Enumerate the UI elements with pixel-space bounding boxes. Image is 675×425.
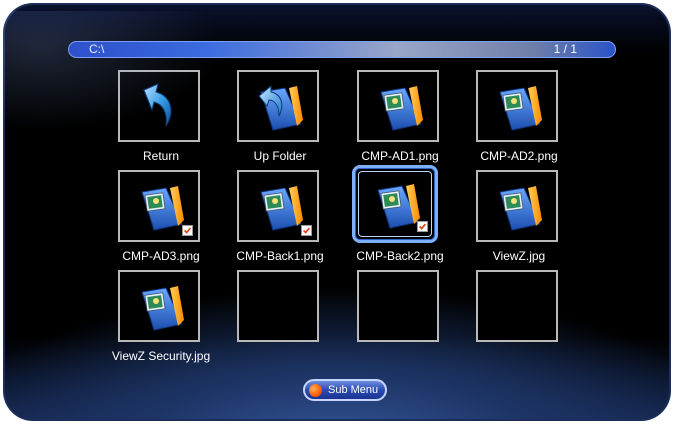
tile[interactable] <box>476 70 558 142</box>
grid-item-empty[interactable] <box>340 270 460 370</box>
tile-selected[interactable] <box>352 165 438 243</box>
checked-checkbox-icon[interactable] <box>301 225 312 236</box>
tile[interactable] <box>237 170 319 242</box>
image-folder-icon <box>260 186 303 231</box>
image-folder-icon <box>141 186 184 231</box>
tile[interactable] <box>357 70 439 142</box>
sub-menu-label: Sub Menu <box>328 384 379 396</box>
tile-empty[interactable] <box>476 270 558 342</box>
grid-item-empty[interactable] <box>459 270 579 370</box>
tile-label: ViewZ.jpg <box>492 249 546 263</box>
grid-item-empty[interactable] <box>220 270 340 370</box>
tile-label: CMP-AD2.png <box>480 149 558 163</box>
up-folder-icon <box>258 84 303 131</box>
current-path: C:\ <box>89 42 105 56</box>
sub-menu-button[interactable]: Sub Menu <box>303 379 387 401</box>
checked-checkbox-icon[interactable] <box>417 221 428 232</box>
tile[interactable] <box>118 170 200 242</box>
tile[interactable] <box>237 70 319 142</box>
media-browser-panel: C:\ 1 / 1 Return Up Folder CMP-AD1.png C… <box>3 3 671 421</box>
path-bar: C:\ 1 / 1 <box>68 41 616 58</box>
tile-empty[interactable] <box>237 270 319 342</box>
grid-item-file[interactable]: ViewZ Security.jpg <box>101 270 221 370</box>
image-folder-icon <box>380 86 423 131</box>
checked-checkbox-icon[interactable] <box>182 225 193 236</box>
tile[interactable] <box>118 70 200 142</box>
return-arrow-icon <box>143 83 172 127</box>
image-folder-icon <box>141 286 184 331</box>
grid-item-file[interactable]: CMP-AD2.png <box>459 70 579 170</box>
tile[interactable] <box>476 170 558 242</box>
page-indicator: 1 / 1 <box>553 42 577 56</box>
tile-label: ViewZ Security.jpg <box>111 349 211 363</box>
tile[interactable] <box>118 270 200 342</box>
tile-empty[interactable] <box>357 270 439 342</box>
orange-dot-icon <box>309 384 322 397</box>
image-folder-icon <box>499 186 542 231</box>
image-folder-icon <box>499 86 542 131</box>
grid-item-file[interactable]: ViewZ.jpg <box>459 170 579 270</box>
image-folder-icon <box>377 184 420 229</box>
